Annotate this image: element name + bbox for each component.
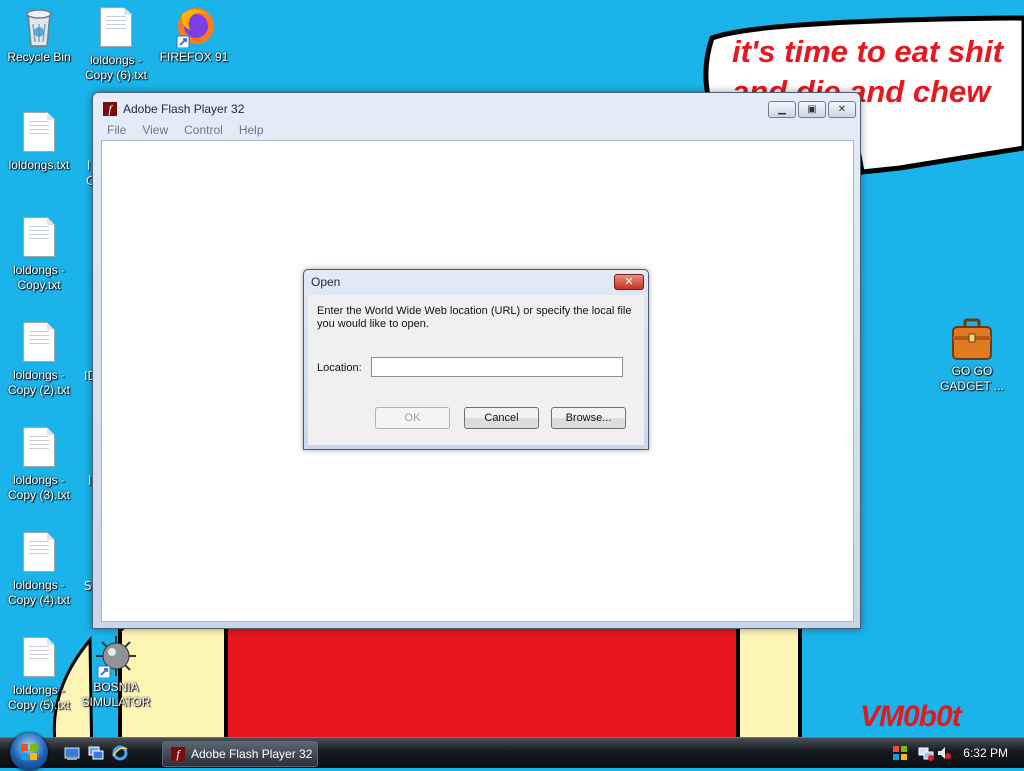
close-icon: ✕ <box>837 104 847 115</box>
desktop-icon-label: loldongs - Copy.txt <box>12 263 66 292</box>
desktop-icon-label: loldongs - Copy (2).txt <box>7 368 70 397</box>
menu-help[interactable]: Help <box>231 122 272 140</box>
desktop-icon-loldongs[interactable]: loldongs.txt <box>1 109 77 173</box>
window-controls: ▁ ▣ ✕ <box>768 101 856 118</box>
windows-logo-icon <box>21 744 37 760</box>
minimize-button[interactable]: ▁ <box>768 101 796 118</box>
desktop-icon-loldongs-copy-4[interactable]: loldongs - Copy (4).txt <box>1 529 77 608</box>
menu-view[interactable]: View <box>134 122 176 140</box>
text-file-icon <box>21 112 57 156</box>
restore-icon: ▣ <box>807 104 817 115</box>
minimize-icon: ▁ <box>778 104 786 115</box>
desktop-icon-bosnia-simulator[interactable]: BOSNIA SIMULATOR <box>78 634 154 710</box>
desktop-icon-label: loldongs - Copy (4).txt <box>7 578 70 607</box>
taskbar-clock[interactable]: 6:32 PM <box>963 746 1008 760</box>
wallpaper-signature: VM0b0t <box>860 700 962 733</box>
dialog-title: Open <box>311 275 341 289</box>
desktop-icon-label: Recycle Bin <box>7 50 71 64</box>
menu-bar: File View Control Help <box>99 122 854 140</box>
text-file-icon <box>21 217 57 261</box>
system-tray: 6:32 PM <box>888 738 1024 768</box>
desktop-icon-label: BOSNIA SIMULATOR <box>81 680 151 709</box>
firefox-icon <box>176 4 214 49</box>
start-button[interactable] <box>10 733 48 771</box>
desktop-icon-loldongs-copy-5[interactable]: loldongs - Copy (5).txt <box>1 634 77 713</box>
window-title: Adobe Flash Player 32 <box>123 102 245 116</box>
menu-file[interactable]: File <box>99 122 134 140</box>
browse-button[interactable]: Browse... <box>551 407 626 429</box>
desktop-icon-label: loldongs - Copy (6).txt <box>84 53 147 82</box>
text-file-icon <box>21 427 57 471</box>
text-file-icon <box>21 322 57 366</box>
text-file-icon <box>21 637 57 681</box>
show-desktop-icon[interactable] <box>64 745 80 761</box>
switch-windows-icon[interactable] <box>88 745 104 761</box>
ok-button[interactable]: OK <box>375 407 450 429</box>
windows-update-icon[interactable] <box>892 745 908 761</box>
volume-muted-icon[interactable] <box>936 745 952 761</box>
restore-button[interactable]: ▣ <box>798 101 826 118</box>
taskbar: f Adobe Flash Player 32 6:32 PM <box>0 733 1024 771</box>
flash-logo-icon: f <box>103 102 117 116</box>
desktop-icon-label: loldongs - Copy (3).txt <box>7 473 70 502</box>
recycle-bin-icon <box>21 4 57 48</box>
desktop-icon-label-partial: l <box>87 159 91 173</box>
close-button[interactable]: ✕ <box>828 101 856 118</box>
dialog-body: Enter the World Wide Web location (URL) … <box>308 295 644 445</box>
desktop-icon-firefox[interactable]: FIREFOX 91 <box>156 4 232 65</box>
desktop-icon-label: loldongs - Copy (5).txt <box>7 683 70 712</box>
desktop-icon-loldongs-copy-2[interactable]: loldongs - Copy (2).txt <box>1 319 77 398</box>
flash-logo-icon: f <box>171 747 185 761</box>
desktop-icon-label: FIREFOX 91 <box>159 50 229 64</box>
internet-explorer-icon[interactable] <box>112 745 128 761</box>
network-icon[interactable] <box>918 745 934 761</box>
mine-icon <box>96 634 136 679</box>
desktop-icon-loldongs-copy-6[interactable]: loldongs - Copy (6).txt <box>78 4 154 83</box>
desktop-icon-loldongs-copy-3[interactable]: loldongs - Copy (3).txt <box>1 424 77 503</box>
menu-control[interactable]: Control <box>176 122 231 140</box>
dialog-close-button[interactable]: ✕ <box>614 274 644 290</box>
taskbar-button-label: Adobe Flash Player 32 <box>191 747 313 761</box>
desktop-icon-label-partial: l <box>88 474 92 488</box>
location-input[interactable] <box>371 357 623 377</box>
desktop-icon-label: loldongs.txt <box>8 158 70 172</box>
desktop-icon-loldongs-copy[interactable]: loldongs - Copy.txt <box>1 214 77 293</box>
desktop-icon-label: GO GO GADGET ... <box>940 364 1004 393</box>
taskbar-flash-player-button[interactable]: f Adobe Flash Player 32 <box>162 741 318 767</box>
cancel-button[interactable]: Cancel <box>464 407 539 429</box>
open-dialog[interactable]: Open ✕ Enter the World Wide Web location… <box>303 269 649 450</box>
desktop-icon-go-go-gadget[interactable]: GO GO GADGET ... <box>934 318 1010 394</box>
desktop-icon-recycle-bin[interactable]: Recycle Bin <box>1 4 77 65</box>
briefcase-icon <box>952 318 992 362</box>
desktop-icon-label-partial: S <box>84 579 92 593</box>
location-label: Location: <box>317 362 362 374</box>
text-file-icon <box>98 7 134 51</box>
close-icon: ✕ <box>624 275 634 288</box>
text-file-icon <box>21 532 57 576</box>
dialog-message: Enter the World Wide Web location (URL) … <box>317 305 632 330</box>
